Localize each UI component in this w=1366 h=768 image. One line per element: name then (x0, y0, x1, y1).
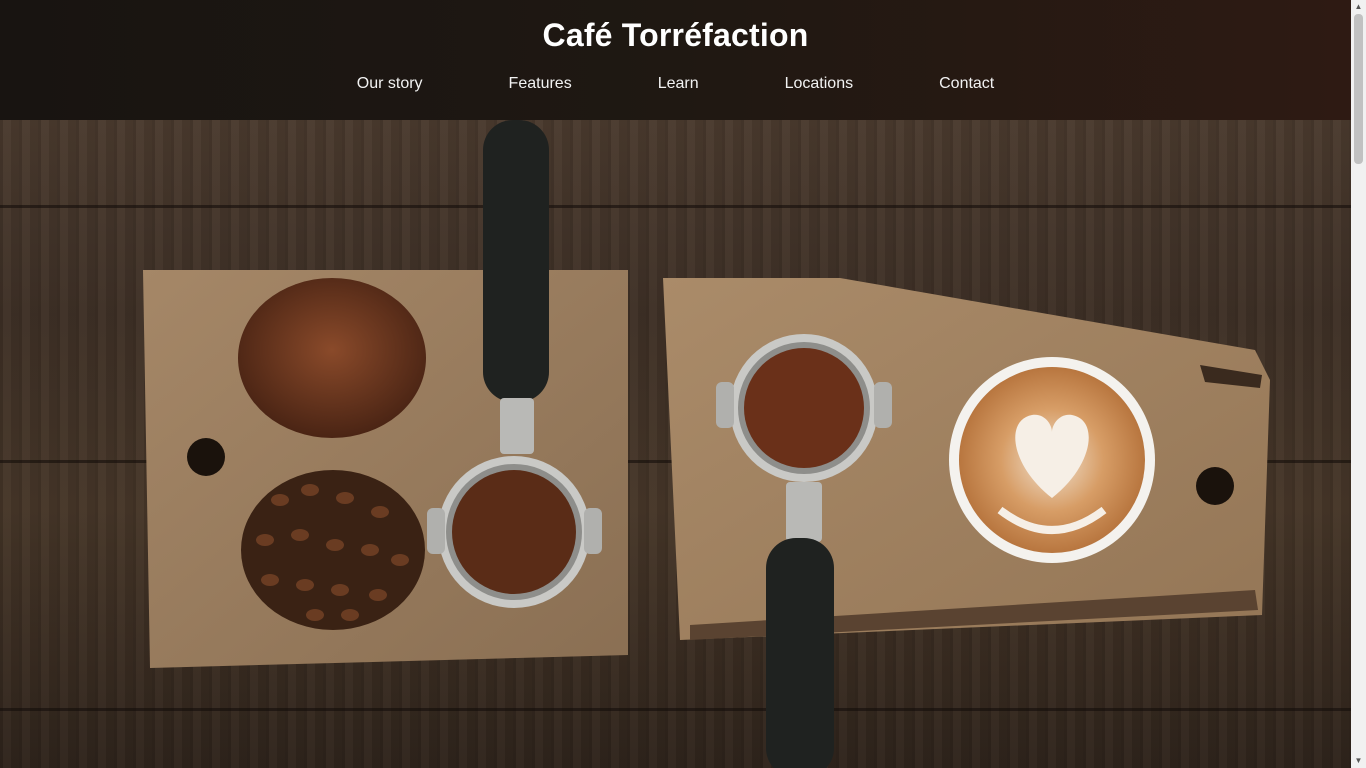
coffee-beans-pile (241, 470, 425, 630)
nav-our-story[interactable]: Our story (314, 75, 466, 93)
nav-contact[interactable]: Contact (896, 75, 1037, 93)
nav-features[interactable]: Features (466, 75, 615, 93)
hero-image (0, 120, 1351, 768)
scroll-thumb[interactable] (1354, 14, 1363, 164)
scroll-down-icon[interactable]: ▼ (1354, 756, 1363, 765)
site-title: Café Torréfaction (542, 17, 809, 53)
coffee-photo-illustration (143, 120, 1270, 768)
page-scrollbar[interactable]: ▲ ▼ (1351, 0, 1366, 768)
nav-locations[interactable]: Locations (742, 75, 897, 93)
site-header: Café Torréfaction Our story Features Lea… (0, 0, 1351, 120)
scroll-up-icon[interactable]: ▲ (1354, 2, 1363, 11)
latte-cup (949, 357, 1155, 563)
ground-coffee-pile (238, 278, 426, 438)
main-nav: Our story Features Learn Locations Conta… (0, 75, 1351, 93)
nav-learn[interactable]: Learn (615, 75, 742, 93)
